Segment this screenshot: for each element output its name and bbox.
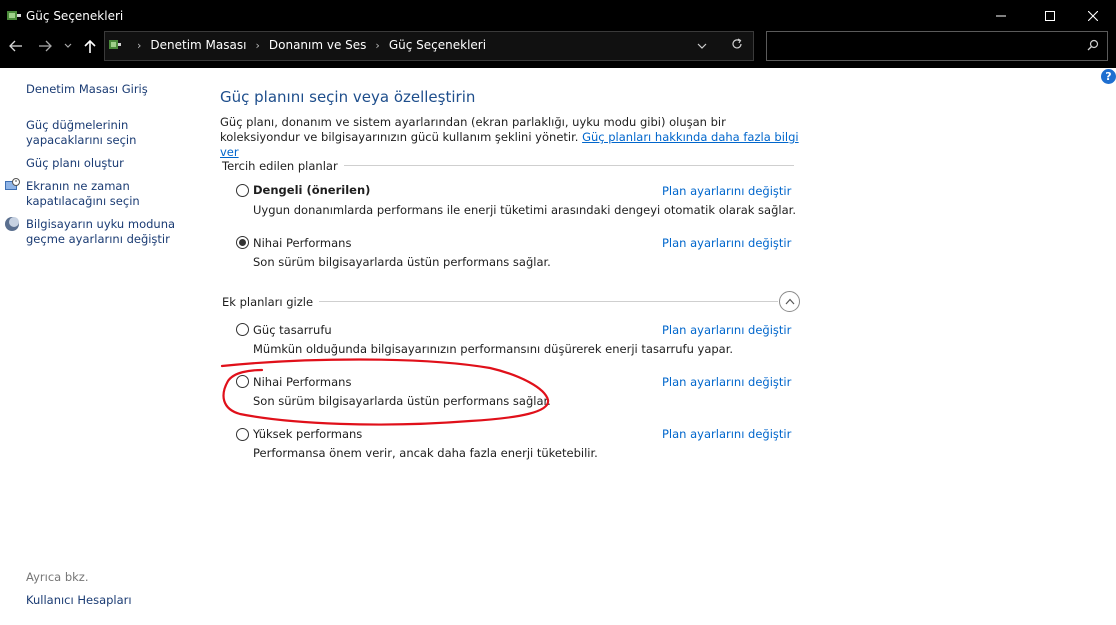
red-annotation-circle xyxy=(220,358,550,426)
